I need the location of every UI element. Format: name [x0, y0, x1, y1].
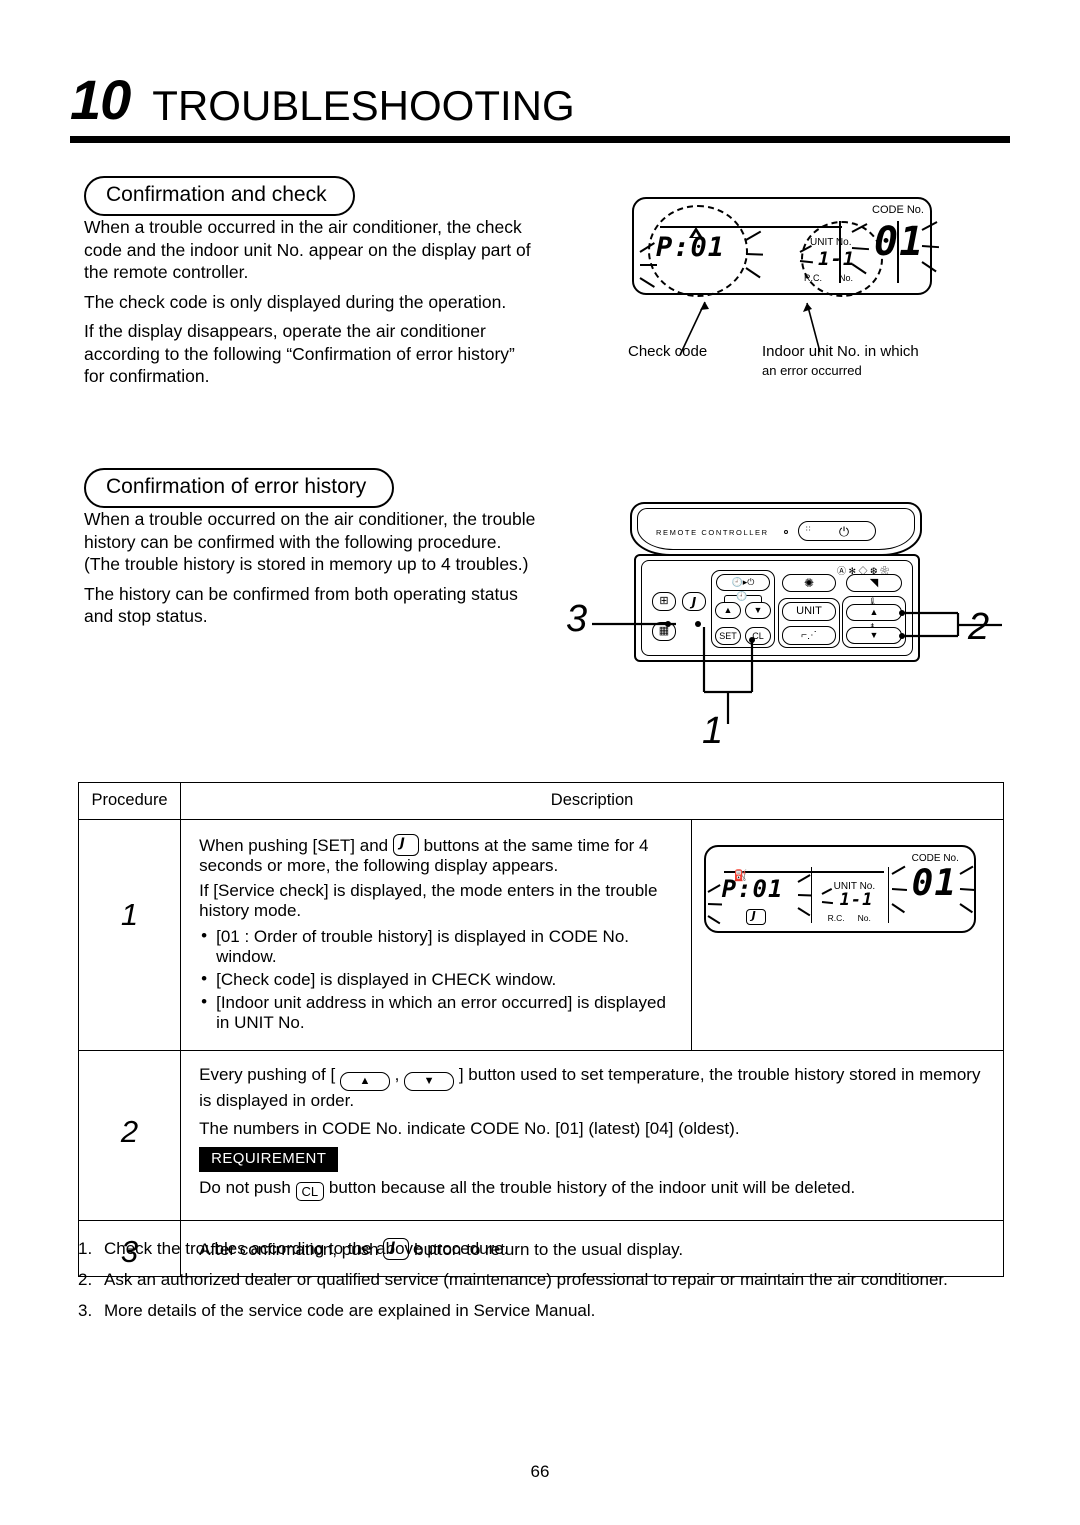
requirement-text-a: Do not push — [199, 1178, 291, 1197]
heading-rule — [70, 136, 1010, 143]
annotation-indoor-unit-no: Indoor unit No. in which an error occurr… — [762, 342, 919, 380]
section2-paragraph-1: When a trouble occurred on the air condi… — [84, 509, 536, 574]
procedure-1-bullet-3: [Indoor unit address in which an error o… — [199, 992, 679, 1033]
note-2: 2. Ask an authorized dealer or qualified… — [78, 1269, 1008, 1291]
procedure-1-line-2: If [Service check] is displayed, the mod… — [199, 881, 658, 920]
lcd2-top-rule — [723, 871, 884, 873]
section1-paragraph-1: When a trouble occurred in the air condi… — [84, 217, 531, 282]
lcd2-check-code: P:01 — [721, 875, 784, 903]
closing-notes: 1. Check the troubles according to the a… — [78, 1238, 1008, 1331]
lcd2-code-no-value: 01 — [911, 863, 958, 904]
note-1: 1. Check the troubles according to the a… — [78, 1238, 1008, 1260]
table-header-row: Procedure Description — [77, 782, 1004, 820]
procedure-number-2: 2 — [120, 1114, 139, 1149]
callout-number-2: 2 — [968, 606, 990, 648]
lcd-unit-no-label: UNIT No. — [810, 237, 852, 248]
triangle-down-glyph: ▼ — [423, 1075, 435, 1087]
procedure-1-bullet-1: [01 : Order of trouble history] is displ… — [199, 926, 679, 967]
annotation-check-code: Check code — [628, 343, 708, 360]
procedure-1-bullet-2: [Check code] is displayed in CHECK windo… — [199, 969, 679, 990]
annotation-indoor-unit-line2: an error occurred — [762, 363, 862, 378]
remote-callout-leaders — [592, 610, 1002, 724]
section-heading-confirmation-of-error-history: Confirmation of error history — [84, 468, 395, 508]
table-row-procedure-2: 2 Every pushing of [ ▲ , ▼ ] button used… — [77, 1050, 1004, 1221]
callout-number-1: 1 — [702, 710, 724, 752]
cl-key-icon: CL — [295, 1182, 325, 1201]
lcd-rc-label: R.C. — [804, 273, 822, 283]
note-3: 3. More details of the service code are … — [78, 1300, 1008, 1322]
table-row-procedure-1: 1 When pushing [SET] and 𝙅 buttons at th… — [77, 819, 1005, 1051]
wrench-key-icon: 𝙅 — [392, 834, 419, 856]
temp-up-key-icon: ▲ — [339, 1072, 390, 1091]
lcd-display-procedure-1: ⛽ P:01 𝙅 UNIT No. 1-1 R.C. No. CODE No. … — [703, 845, 976, 933]
note-3-text: More details of the service code are exp… — [104, 1301, 596, 1320]
chapter-header: 10 TROUBLESHOOTING — [70, 72, 1010, 143]
lcd-code-no-label: CODE No. — [872, 204, 924, 216]
procedure-2-comma: , — [394, 1065, 400, 1084]
annotation-indoor-unit-line1: Indoor unit No. in which — [762, 343, 919, 360]
procedure-2-line-1: Every pushing of [ ▲ , ▼ ] button used t… — [199, 1065, 991, 1111]
note-3-number: 3. — [78, 1301, 93, 1320]
lcd-rc-no-label: No. — [839, 273, 854, 283]
section1-body: When a trouble occurred in the air condi… — [84, 216, 534, 395]
lcd-check-code: P:01 — [656, 232, 726, 263]
requirement-badge: REQUIREMENT — [199, 1147, 339, 1172]
section2-paragraph-2: The history can be confirmed from both o… — [84, 583, 518, 627]
page-number: 66 — [530, 1462, 550, 1481]
procedure-2-requirement-text: Do not push CL button because all the tr… — [199, 1178, 991, 1201]
section2-body: When a trouble occurred on the air condi… — [84, 508, 539, 635]
section1-paragraph-2: The check code is only displayed during … — [84, 291, 507, 312]
lcd2-wrench-key-icon: 𝙅 — [745, 909, 766, 925]
callout-number-3: 3 — [566, 598, 588, 640]
lcd2-rc-label: R.C. — [827, 913, 845, 923]
lcd2-unit-no-value: 1-1 — [839, 890, 874, 910]
section1-paragraph-3: If the display disappears, operate the a… — [84, 321, 515, 386]
lcd-unit-no-value: 1-1 — [818, 248, 856, 270]
procedure-2-line-2: The numbers in CODE No. indicate CODE No… — [199, 1119, 740, 1138]
lcd-display-top: P:01 UNIT No. 1-1 R.C. No. CODE No. 01 — [632, 197, 940, 297]
section-heading-confirmation-and-check: Confirmation and check — [84, 176, 355, 216]
lcd2-rc-no-label: No. — [857, 913, 871, 923]
header-procedure: Procedure — [77, 782, 182, 820]
note-2-number: 2. — [78, 1270, 93, 1289]
temp-down-key-icon: ▼ — [404, 1072, 455, 1091]
triangle-up-glyph: ▲ — [359, 1075, 371, 1087]
note-1-number: 1. — [78, 1239, 93, 1258]
chapter-number: 10 — [70, 68, 131, 131]
note-1-text: Check the troubles according to the abov… — [104, 1239, 509, 1258]
procedure-2-text-a: Every pushing of [ — [199, 1065, 336, 1084]
header-description: Description — [180, 782, 1004, 820]
procedure-1-bullets: [01 : Order of trouble history] is displ… — [199, 926, 679, 1033]
lcd2-divider-2 — [887, 867, 890, 923]
lcd-code-no-value: 01 — [874, 219, 925, 265]
procedure-1-line-1: When pushing [SET] and 𝙅 buttons at the … — [199, 834, 679, 876]
procedure-table: Procedure Description 1 When pushing [SE… — [77, 782, 1005, 1277]
procedure-1-text-a: When pushing [SET] and — [199, 836, 389, 855]
chapter-title: TROUBLESHOOTING — [152, 82, 575, 129]
procedure-number-1: 1 — [120, 897, 139, 932]
note-2-text: Ask an authorized dealer or qualified se… — [104, 1270, 948, 1289]
requirement-text-b: button because all the trouble history o… — [328, 1178, 856, 1197]
